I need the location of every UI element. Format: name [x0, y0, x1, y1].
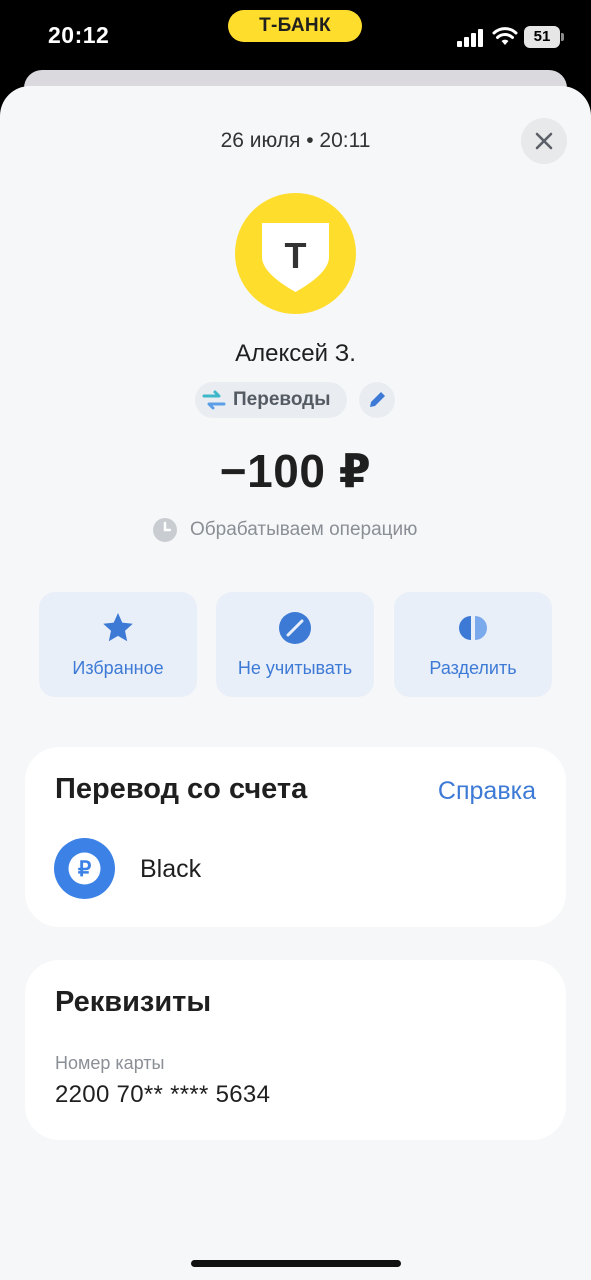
requisites-card-title: Реквизиты [55, 986, 212, 1018]
home-indicator[interactable] [191, 1260, 401, 1267]
favorite-label: Избранное [72, 658, 164, 678]
svg-text:Т: Т [285, 235, 307, 276]
operation-date: 26 июля • 20:11 [220, 129, 371, 152]
t-bank-logo-icon: Т [262, 223, 329, 292]
close-icon [535, 132, 553, 150]
brand-pill: Т-БАНК [228, 10, 362, 42]
split-button[interactable]: Разделить [394, 592, 552, 697]
svg-text:₽: ₽ [78, 858, 92, 881]
clock-icon [153, 518, 177, 542]
card-number-label: Номер карты [55, 1053, 165, 1073]
account-icon[interactable]: ₽ [54, 838, 115, 899]
operation-status: Обрабатываем операцию [152, 517, 452, 543]
card-number-value[interactable]: 2200 70** **** 5634 [55, 1081, 270, 1109]
split-icon [459, 616, 487, 640]
pencil-icon [370, 392, 385, 407]
edit-category-button[interactable] [359, 382, 395, 418]
account-card-title: Перевод со счета [55, 773, 308, 805]
category-label: Переводы [233, 389, 331, 410]
operation-amount: −100 ₽ [219, 445, 372, 497]
battery-icon: 51 [524, 26, 564, 48]
help-link[interactable]: Справка [438, 777, 536, 806]
status-time: 20:12 [48, 22, 110, 48]
close-button[interactable] [521, 118, 567, 164]
exclude-label: Не учитывать [237, 658, 353, 678]
transfer-arrows-icon [202, 390, 226, 410]
signal-icon [457, 29, 483, 47]
star-icon [103, 613, 133, 642]
recipient-logo: Т [235, 193, 356, 314]
status-text: Обрабатываем операцию [190, 519, 418, 540]
wifi-icon [492, 27, 518, 45]
requisites-card: Реквизиты Номер карты 2200 70** **** 563… [25, 960, 566, 1140]
exclude-button[interactable]: Не учитывать [216, 592, 374, 697]
crossed-circle-icon [279, 612, 311, 644]
recipient-name: Алексей З. [235, 340, 356, 367]
category-chip[interactable]: Переводы [195, 382, 347, 418]
favorite-button[interactable]: Избранное [39, 592, 197, 697]
account-name[interactable]: Black [140, 855, 201, 884]
account-card: Перевод со счета Справка ₽ Black [25, 747, 566, 927]
split-label: Разделить [429, 658, 517, 678]
status-bar: 20:12 Т-БАНК 51 [0, 0, 591, 72]
ruble-icon: ₽ [68, 852, 101, 885]
battery-level: 51 [524, 26, 560, 48]
